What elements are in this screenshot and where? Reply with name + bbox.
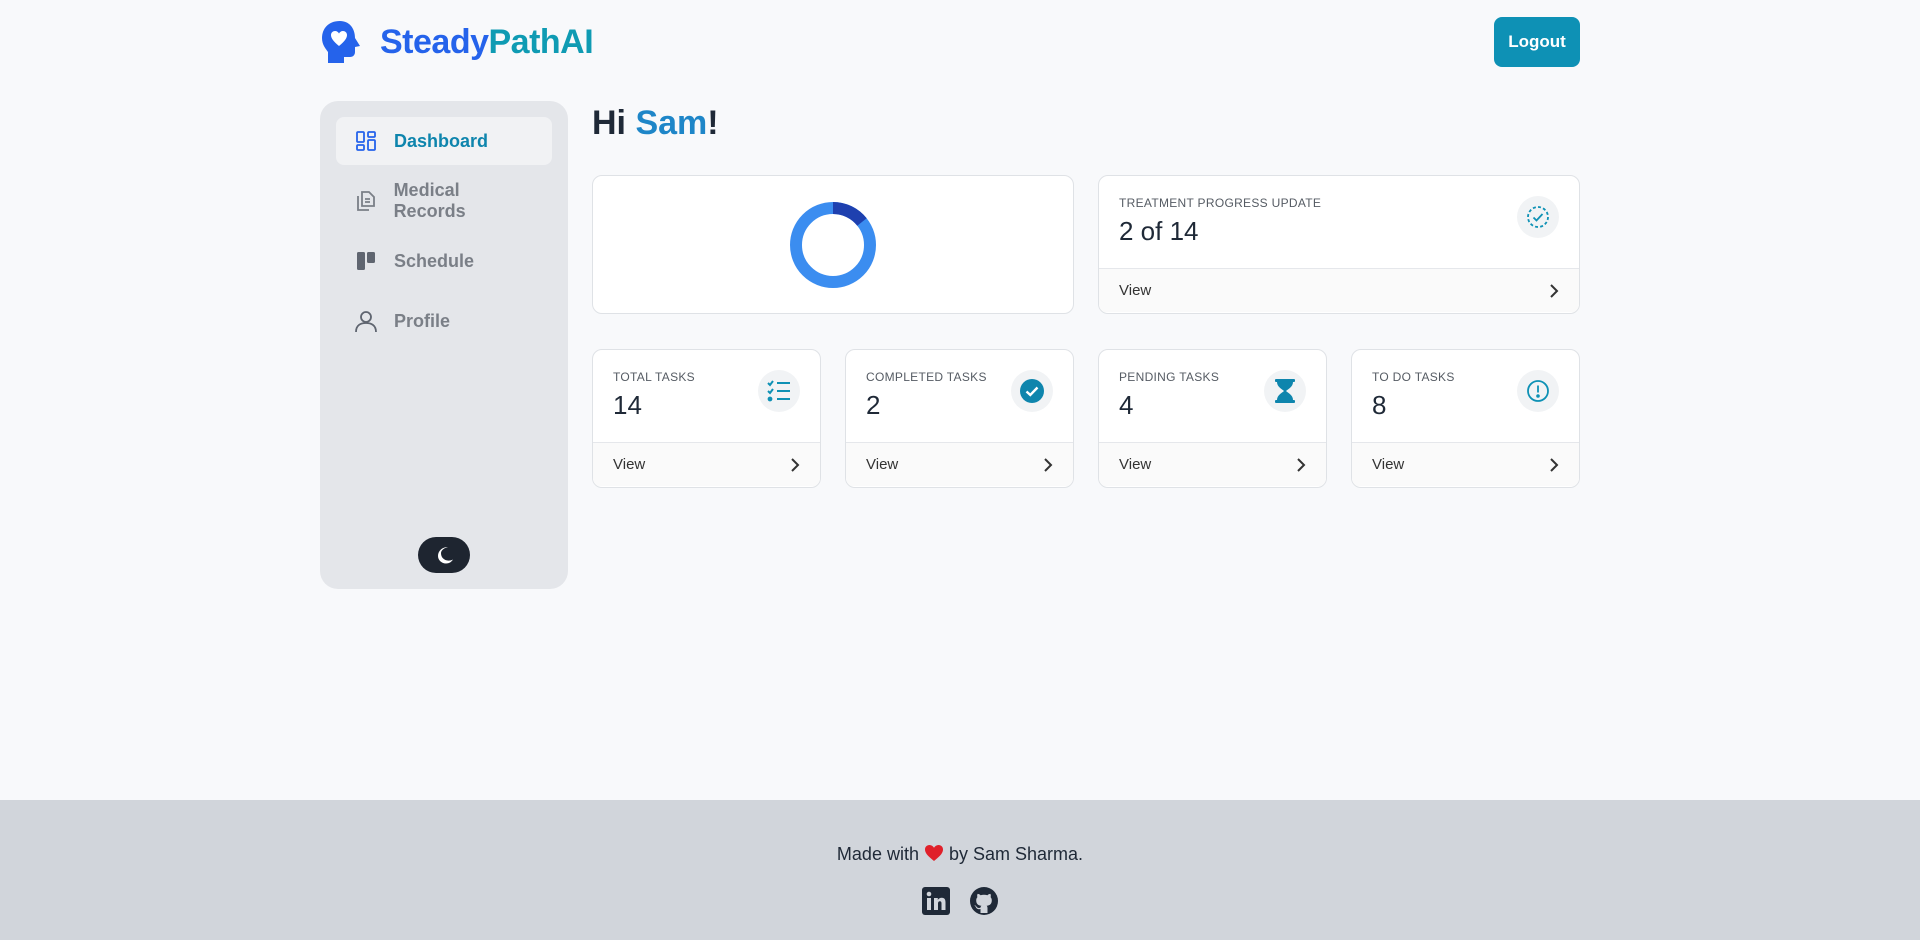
view-link-label: View — [1119, 282, 1152, 299]
footer-social-links — [0, 886, 1920, 916]
footer: Made with by Sam Sharma. — [0, 800, 1920, 940]
sidebar-item-label: Profile — [394, 310, 451, 331]
chevron-right-icon — [791, 457, 800, 472]
sidebar-item-medical-records[interactable]: Medical Records — [336, 177, 552, 225]
heart-icon — [924, 845, 943, 861]
progress-donut-chart — [790, 201, 876, 288]
view-link-label: View — [613, 456, 646, 473]
linkedin-icon[interactable] — [921, 886, 951, 916]
brand[interactable]: SteadyPathAI — [320, 19, 594, 65]
exclamation-circle-icon — [1517, 370, 1559, 412]
chevron-right-icon — [1550, 283, 1559, 298]
footer-credit: Made with by Sam Sharma. — [0, 844, 1920, 865]
treatment-progress-card: TREATMENT PROGRESS UPDATE 2 of 14 View — [1098, 175, 1580, 314]
brand-name-part2: PathAI — [488, 22, 594, 61]
card-value: 2 of 14 — [1119, 216, 1199, 246]
progress-chart-card — [592, 175, 1074, 314]
view-link-label: View — [866, 456, 899, 473]
completed-tasks-view-link[interactable]: View — [846, 442, 1073, 486]
to-do-tasks-view-link[interactable]: View — [1352, 442, 1579, 486]
total-tasks-card: TOTAL TASKS 14 View — [592, 349, 821, 488]
greeting-prefix: Hi — [592, 104, 636, 142]
view-link-label: View — [1119, 456, 1152, 473]
dashboard-icon — [354, 129, 378, 153]
chevron-right-icon — [1550, 457, 1559, 472]
sidebar: Dashboard Medical Records Schedule Profi… — [320, 101, 568, 589]
total-tasks-view-link[interactable]: View — [593, 442, 820, 486]
sidebar-item-profile[interactable]: Profile — [336, 297, 552, 345]
sidebar-item-dashboard[interactable]: Dashboard — [336, 117, 552, 165]
user-icon — [354, 309, 378, 333]
card-title: TREATMENT PROGRESS UPDATE — [1119, 196, 1322, 210]
view-link-label: View — [1372, 456, 1405, 473]
sidebar-item-label: Schedule — [394, 250, 475, 271]
head-heart-icon — [322, 21, 360, 63]
page-title: Hi Sam! — [592, 104, 719, 143]
theme-toggle-button[interactable] — [418, 537, 470, 573]
treatment-progress-view-link[interactable]: View — [1099, 268, 1579, 312]
pending-tasks-view-link[interactable]: View — [1099, 442, 1326, 486]
chevron-right-icon — [1297, 457, 1306, 472]
footer-text-before: Made with — [836, 844, 919, 864]
kanban-icon — [354, 249, 378, 273]
sidebar-item-label: Medical Records — [393, 180, 466, 221]
brand-name: SteadyPathAI — [380, 22, 594, 62]
greeting-suffix: ! — [707, 104, 719, 142]
hourglass-icon — [1264, 370, 1306, 412]
documents-icon — [354, 189, 378, 213]
completed-tasks-card: COMPLETED TASKS 2 View — [845, 349, 1074, 488]
logout-button[interactable]: Logout — [1494, 17, 1580, 67]
sidebar-item-label: Dashboard — [394, 130, 489, 151]
dashed-check-circle-icon — [1517, 196, 1559, 238]
list-check-icon — [758, 370, 800, 412]
greeting-name: Sam — [635, 104, 708, 142]
github-icon[interactable] — [969, 886, 999, 916]
brand-name-part1: Steady — [380, 22, 489, 61]
check-circle-icon — [1011, 370, 1053, 412]
to-do-tasks-card: TO DO TASKS 8 View — [1351, 349, 1580, 488]
pending-tasks-card: PENDING TASKS 4 View — [1098, 349, 1327, 488]
sidebar-item-schedule[interactable]: Schedule — [336, 237, 552, 285]
footer-text-after: by Sam Sharma. — [949, 844, 1084, 864]
header: SteadyPathAI Logout — [320, 16, 1580, 68]
chevron-right-icon — [1044, 457, 1053, 472]
moon-icon — [438, 547, 453, 564]
